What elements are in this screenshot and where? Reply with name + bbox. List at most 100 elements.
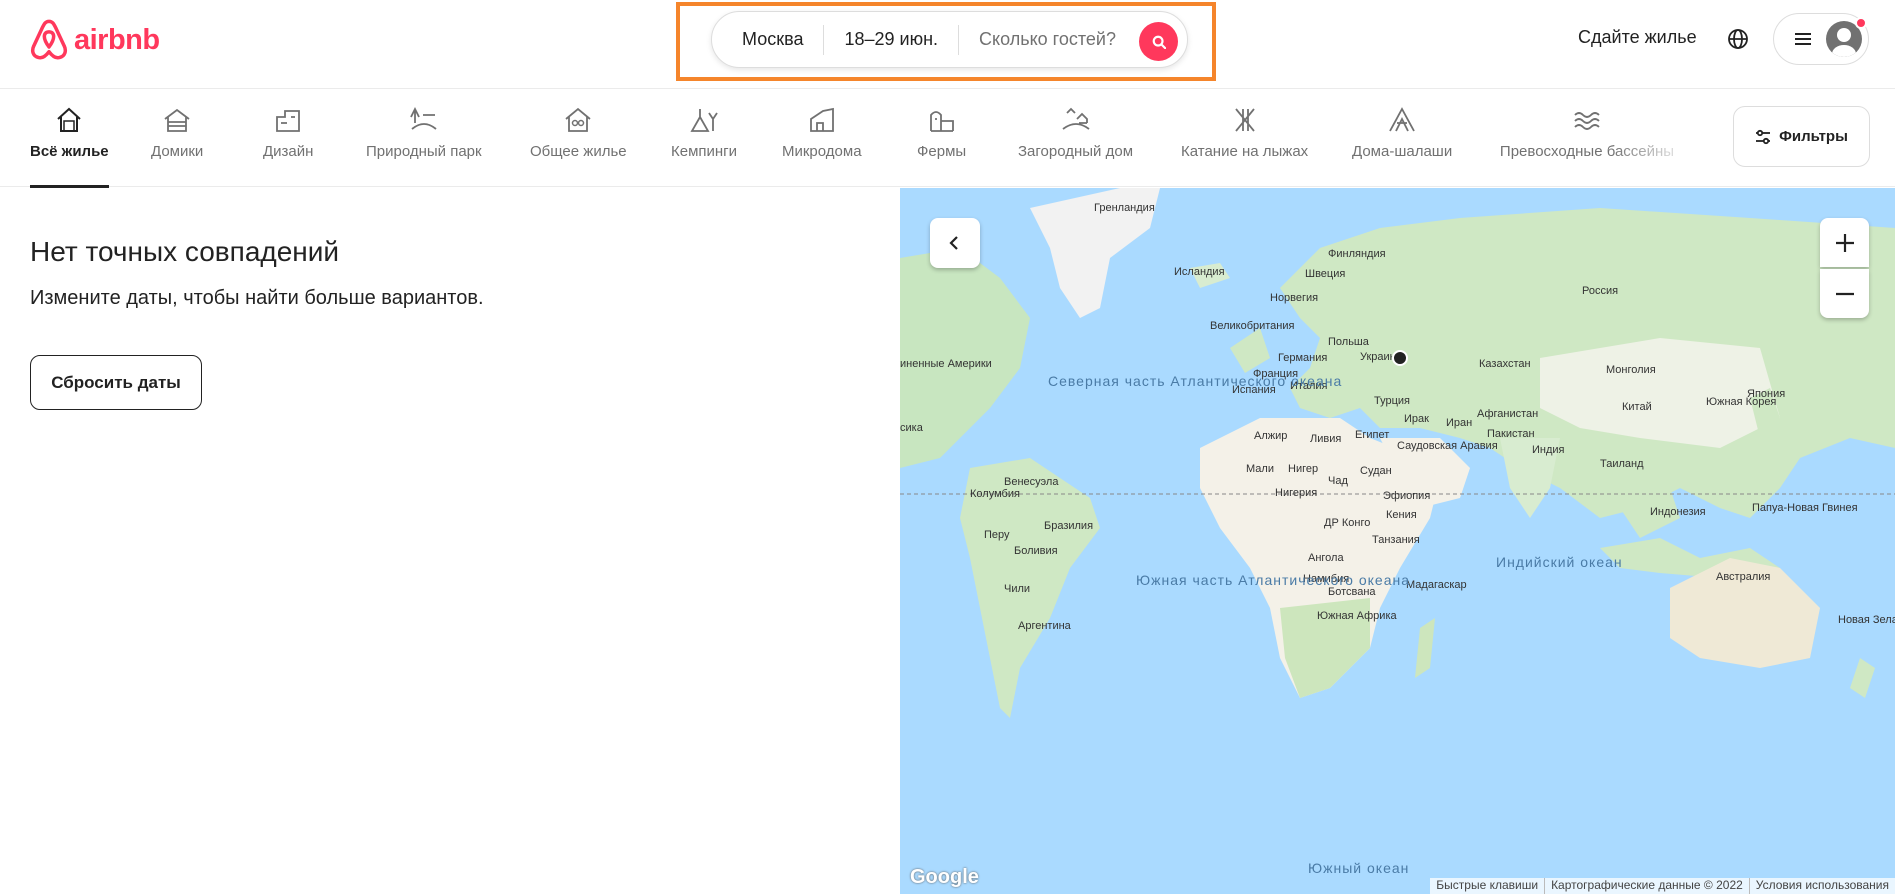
map-ocean-label: Южный океан — [1308, 860, 1410, 876]
national-park-icon — [409, 106, 437, 130]
house-icon — [57, 107, 81, 132]
keyboard-shortcuts-link[interactable]: Быстрые клавиши — [1430, 878, 1544, 894]
plus-icon — [1835, 233, 1854, 252]
category-label: Микродома — [782, 143, 862, 160]
camping-icon — [690, 109, 718, 132]
map-label: Польша — [1328, 336, 1369, 348]
category-label: Загородный дом — [1018, 143, 1134, 160]
map-attribution: Быстрые клавиши Картографические данные … — [1430, 878, 1895, 894]
terms-link[interactable]: Условия использования — [1748, 878, 1895, 894]
header: airbnb Москва 18–29 июн. Сколько гостей?… — [0, 0, 1895, 89]
filters-label: Фильтры — [1779, 128, 1848, 145]
map-label: Бразилия — [1044, 520, 1094, 532]
search-guests[interactable]: Сколько гостей? — [959, 29, 1136, 50]
map-label: ДР Конго — [1324, 517, 1371, 529]
globe-icon[interactable] — [1726, 27, 1750, 51]
category-label: Природный парк — [366, 143, 482, 160]
map-label: Иран — [1446, 417, 1473, 429]
farm-icon — [929, 111, 954, 132]
design-icon — [276, 110, 301, 132]
sliders-icon — [1756, 129, 1771, 144]
category-label: Кемпинги — [671, 143, 738, 160]
map-label: Боливия — [1014, 545, 1058, 557]
category-label: Общее жилье — [530, 143, 627, 160]
map-label: Таиланд — [1600, 458, 1644, 470]
collapse-map-button[interactable] — [930, 218, 980, 268]
map-label: Ливия — [1310, 433, 1342, 445]
category-label: Дизайн — [263, 143, 314, 160]
map-label: Судан — [1360, 465, 1392, 477]
map-label: Гренландия — [1094, 202, 1155, 214]
map-ocean-label: Индийский океан — [1496, 554, 1623, 570]
map-label: Нигер — [1288, 463, 1319, 475]
map-label: Швеция — [1305, 268, 1346, 280]
skiing-icon — [1234, 108, 1255, 132]
map-label: Эфиопия — [1383, 490, 1431, 502]
location-pin[interactable] — [1392, 350, 1408, 366]
host-link[interactable]: Сдайте жилье — [1578, 27, 1697, 48]
map-label: Ангола — [1308, 552, 1344, 564]
map-label: Турция — [1374, 395, 1410, 407]
airbnb-logo[interactable]: airbnb — [30, 19, 160, 61]
map-label: Россия — [1582, 285, 1619, 297]
category-farms[interactable]: Фермы — [917, 105, 966, 160]
map-label: Аргентина — [1018, 620, 1071, 632]
zoom-out-button[interactable] — [1820, 269, 1869, 318]
cabin-icon — [164, 108, 190, 132]
category-label: Фермы — [917, 143, 967, 160]
map[interactable]: Гренландия Исландия Финляндия Швеция Нор… — [900, 188, 1895, 894]
map-label: Южная Африка — [1317, 610, 1397, 622]
category-tiny-homes[interactable]: Микродома — [782, 105, 862, 160]
map-label: Кения — [1386, 509, 1417, 521]
map-data-credit: Картографические данные © 2022 — [1544, 878, 1749, 894]
map-label: Папуа-Новая Гвинея — [1752, 502, 1858, 514]
map-label: Мали — [1246, 463, 1274, 475]
search-location[interactable]: Москва — [712, 29, 823, 50]
map-label: Мадагаскар — [1406, 579, 1467, 591]
map-label: Германия — [1278, 352, 1328, 364]
category-shared-homes[interactable]: Общее жилье — [530, 105, 627, 160]
map-label: Нигерия — [1275, 487, 1318, 499]
map-label: Великобритания — [1210, 320, 1295, 332]
map-label: Индонезия — [1650, 506, 1706, 518]
map-label: Австралия — [1716, 571, 1771, 583]
category-a-frames[interactable]: Дома-шалаши — [1352, 105, 1452, 160]
results-title: Нет точных совпадений — [30, 236, 340, 267]
category-design[interactable]: Дизайн — [263, 105, 313, 160]
minus-icon — [1835, 292, 1854, 295]
category-cabins[interactable]: Домики — [151, 105, 203, 160]
map-label: Колумбия — [970, 488, 1020, 500]
map-label: Китай — [1622, 401, 1652, 413]
search-dates[interactable]: 18–29 июн. — [824, 29, 958, 50]
filters-button[interactable]: Фильтры — [1733, 106, 1870, 167]
airbnb-logo-icon — [30, 19, 68, 60]
search-bar[interactable]: Москва 18–29 июн. Сколько гостей? — [711, 11, 1188, 68]
map-label: Пакистан — [1487, 428, 1535, 440]
tiny-home-icon — [809, 107, 834, 132]
hamburger-menu-icon — [1795, 33, 1811, 45]
map-label: Исландия — [1174, 266, 1225, 278]
map-label: Новая Зеландия — [1838, 614, 1895, 626]
category-label: Всё жилье — [30, 143, 109, 160]
category-label: Дома-шалаши — [1352, 143, 1453, 160]
map-label: Саудовская Аравия — [1397, 440, 1498, 452]
map-label: Казахстан — [1479, 358, 1531, 370]
category-label: Домики — [151, 143, 204, 160]
chevron-left-icon — [949, 236, 958, 250]
map-label: Алжир — [1254, 430, 1288, 442]
zoom-in-button[interactable] — [1820, 218, 1869, 267]
search-button[interactable] — [1139, 22, 1178, 61]
pool-icon — [1574, 112, 1600, 130]
map-label: сика — [900, 422, 923, 434]
map-label: иненные Америки — [900, 358, 992, 370]
category-skiing[interactable]: Катание на лыжах — [1181, 105, 1308, 160]
category-camping[interactable]: Кемпинги — [671, 105, 737, 160]
countryside-icon — [1061, 107, 1090, 130]
category-countryside[interactable]: Загородный дом — [1018, 105, 1133, 160]
category-national-park[interactable]: Природный парк — [366, 105, 482, 160]
reset-dates-button[interactable]: Сбросить даты — [30, 355, 202, 410]
map-label: Египет — [1355, 429, 1390, 441]
map-ocean-label: Северная часть Атлантического океана — [1048, 373, 1343, 389]
category-all-homes[interactable]: Всё жилье — [30, 105, 109, 188]
map-label: Финляндия — [1328, 248, 1386, 260]
